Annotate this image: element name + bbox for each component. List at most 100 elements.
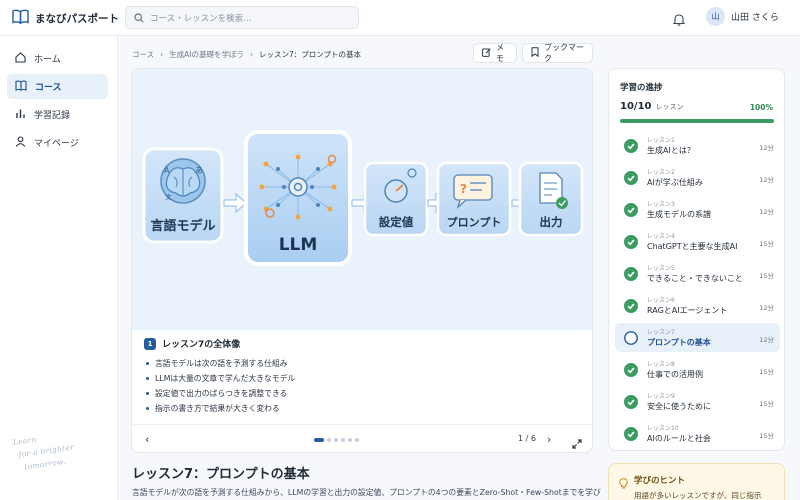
node-prompt: ? プロンプト	[436, 161, 512, 237]
lesson-item[interactable]: レッスン5 できること・できないこと 15分	[615, 259, 780, 288]
edit-note-icon	[482, 47, 491, 59]
sidebar-item-courses[interactable]: コース	[7, 74, 108, 99]
brand-slogan: Learn for a brighter tomorrow.	[12, 434, 75, 472]
breadcrumb-current: レッスン7：プロンプトの基本	[258, 50, 362, 59]
expand-icon[interactable]	[572, 434, 582, 452]
lesson-name: 生成モデルの系譜	[647, 210, 711, 219]
lesson-number: レッスン3	[647, 201, 675, 208]
chevron-right-icon: ›	[160, 50, 164, 59]
chevron-right-icon[interactable]: ›	[547, 433, 551, 446]
check-circle-icon	[624, 394, 638, 409]
step-number-badge: 1	[144, 337, 156, 350]
summary-title: レッスン7の全体像	[162, 340, 241, 350]
lesson-item[interactable]: レッスン6 RAGとAIエージェント 12分	[615, 291, 780, 320]
glyph-hiragana: あ	[195, 166, 203, 175]
slide-dots	[314, 438, 359, 442]
lesson-number: レッスン8	[647, 361, 675, 368]
lesson-item[interactable]: レッスン2 AIが学ぶ仕組み 12分	[615, 163, 780, 192]
lightbulb-icon	[619, 474, 628, 493]
node-llm: LLM	[244, 130, 352, 266]
sidebar-item-home[interactable]: ホーム	[7, 46, 108, 71]
check-circle-icon	[624, 234, 638, 249]
lesson-number: レッスン6	[647, 297, 675, 304]
arrow-icon	[223, 192, 247, 214]
chevron-left-icon[interactable]: ‹	[145, 433, 149, 446]
sidebar-item-label: ホーム	[34, 55, 61, 65]
app-logo[interactable]: まなびパスポート	[12, 9, 119, 28]
hint-card: 学びのヒント 用語が多いレッスンですが、同じ指示	[608, 463, 785, 500]
sidebar-item-mypage[interactable]: マイページ	[7, 130, 108, 155]
user-name: 山田 さくら	[731, 13, 779, 23]
lesson-duration: 12分	[759, 176, 774, 184]
chevron-right-icon: ›	[249, 50, 253, 59]
memo-button[interactable]: メモ	[473, 43, 517, 63]
lesson-duration: 15分	[759, 400, 774, 408]
sidebar-item-label: マイページ	[34, 139, 79, 149]
lesson-description: 言語モデルが次の語を予測する仕組みから、LLMの学習と出力の設定値、プロンプトの…	[132, 488, 601, 497]
progress-percent: 100%	[749, 103, 773, 112]
breadcrumb-link[interactable]: 生成AIの基礎を学ぼう	[169, 49, 244, 60]
lesson-number: レッスン10	[647, 425, 679, 432]
list-item: 指示の書き方で結果が大きく変わる	[144, 401, 584, 416]
node-language-model: A あ 文 言語モデル	[142, 147, 224, 244]
slide-dot[interactable]	[314, 438, 324, 442]
sidebar: ホーム コース 学習記録 マイページ Learn for a brighter …	[0, 36, 118, 500]
person-icon	[15, 135, 26, 150]
slide-dot[interactable]	[327, 438, 331, 442]
lesson-item[interactable]: レッスン3 生成モデルの系譜 12分	[615, 195, 780, 224]
bell-icon[interactable]	[672, 11, 686, 30]
lesson-title: レッスン7：プロンプトの基本	[132, 467, 310, 482]
breadcrumb-link[interactable]: コース	[132, 49, 154, 60]
lesson-item[interactable]: レッスン9 安全に使うために 15分	[615, 387, 780, 416]
progress-panel: 学習の進捗 10/10 レッスン 100% レッスン1 生成AIとは？ 12分 レッスン…	[608, 68, 785, 451]
user-menu[interactable]: 山 山田 さくら	[706, 7, 779, 26]
lesson-item[interactable]: レッスン1 生成AIとは？ 12分	[615, 131, 780, 160]
search-input[interactable]: コース・レッスンを検索…	[125, 6, 359, 29]
breadcrumb: コース › 生成AIの基礎を学ぼう › レッスン7：プロンプトの基本	[132, 49, 361, 60]
search-icon	[134, 8, 144, 27]
lesson-name: ChatGPTと主要な生成AI	[647, 242, 738, 251]
lesson-item[interactable]: レッスン8 仕事での活用例 15分	[615, 355, 780, 384]
glyph-a: A	[164, 166, 170, 175]
lesson-duration: 12分	[759, 304, 774, 312]
lesson-name: AIが学ぶ仕組み	[647, 178, 703, 187]
node-label: 言語モデル	[150, 218, 215, 234]
list-item: LLMは大量の文章で学んだ大きなモデル	[144, 371, 584, 386]
lesson-name: プロンプトの基本	[647, 338, 711, 347]
avatar: 山	[706, 7, 725, 26]
bookmark-button[interactable]: ブックマーク	[522, 43, 593, 63]
summary-list: 言語モデルは次の語を予測する仕組み LLMは大量の文章で学んだ大きなモデル 設定…	[144, 356, 584, 416]
lesson-item[interactable]: レッスン7 プロンプトの基本 12分	[615, 323, 780, 352]
lesson-duration: 15分	[759, 432, 774, 440]
lesson-summary: 1 レッスン7の全体像 言語モデルは次の語を予測する仕組み LLMは大量の文章で…	[144, 337, 584, 416]
node-label: プロンプト	[447, 215, 502, 229]
slide-dot[interactable]	[334, 438, 338, 442]
memo-label: メモ	[496, 43, 504, 63]
sidebar-item-records[interactable]: 学習記録	[7, 102, 108, 127]
slide-dot[interactable]	[341, 438, 345, 442]
check-circle-icon	[624, 426, 638, 441]
empty-circle-icon	[624, 330, 638, 345]
lesson-duration: 12分	[759, 208, 774, 216]
check-circle-icon	[624, 138, 638, 153]
bookmark-label: ブックマーク	[544, 43, 584, 63]
lesson-name: 生成AIとは？	[647, 146, 695, 155]
lesson-number: レッスン9	[647, 393, 675, 400]
lesson-item[interactable]: レッスン10 AIのルールと社会 15分	[615, 419, 780, 448]
progress-bar-fill	[620, 119, 774, 123]
lesson-name: AIのルールと社会	[647, 434, 711, 443]
search-placeholder: コース・レッスンを検索…	[150, 13, 252, 24]
slide-dot[interactable]	[348, 438, 352, 442]
progress-count: 10/10 レッスン	[620, 101, 684, 112]
lesson-number: レッスン5	[647, 265, 675, 272]
node-label: 出力	[540, 215, 563, 229]
svg-text:?: ?	[460, 182, 467, 196]
lesson-item[interactable]: レッスン4 ChatGPTと主要な生成AI 15分	[615, 227, 780, 256]
lesson-number: レッスン1	[647, 137, 675, 144]
lesson-duration: 12分	[759, 336, 774, 344]
slide-dot[interactable]	[355, 438, 359, 442]
slide-pager: ‹ 1 / 6 ›	[132, 424, 592, 452]
top-header: まなびパスポート コース・レッスンを検索… 山 山田 さくら	[0, 0, 800, 36]
hint-text: 用語が多いレッスンですが、同じ指示	[634, 491, 762, 500]
flow-diagram: A あ 文 言語モデル LLM 設定値 ? プロンプト 出力	[132, 69, 592, 330]
